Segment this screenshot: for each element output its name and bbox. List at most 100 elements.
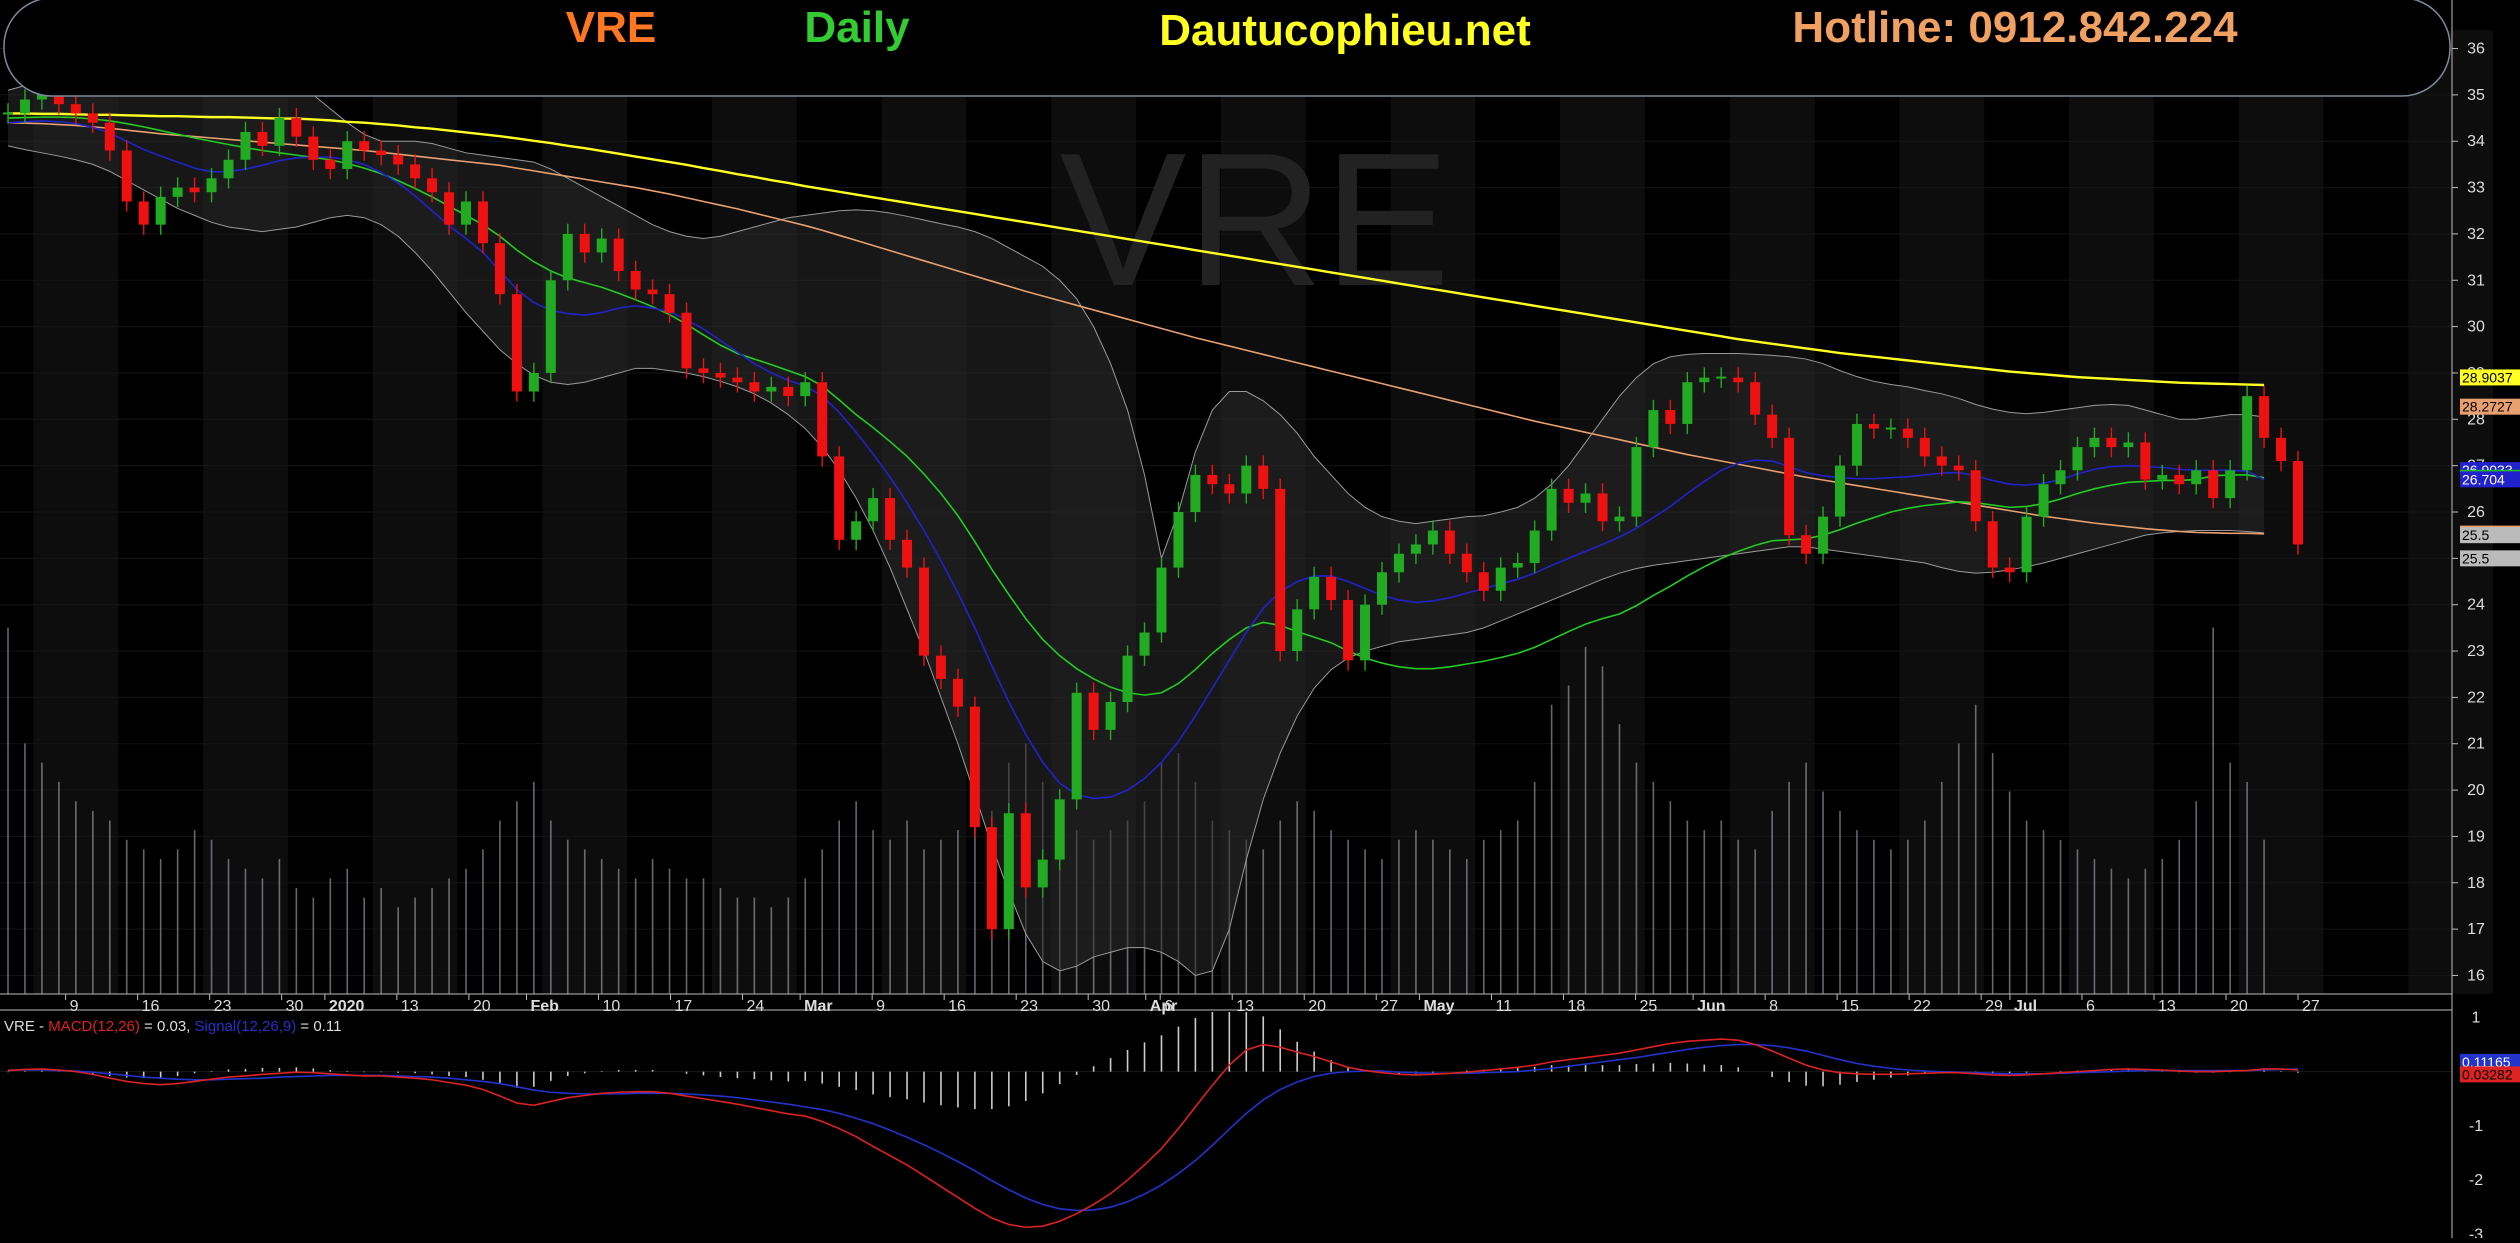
candle-up	[1360, 604, 1371, 661]
candle-up	[240, 131, 251, 160]
candle-up	[851, 521, 862, 540]
candle-up	[1614, 516, 1625, 522]
x-tick-label: 9	[876, 998, 885, 1015]
candle-up	[528, 372, 539, 392]
candle-down	[410, 164, 421, 179]
candle-down	[1767, 414, 1778, 438]
candle-down	[2208, 470, 2219, 499]
x-tick-label: 23	[1020, 998, 1038, 1015]
macd-y-tick-label: -2	[2469, 1172, 2483, 1189]
candle-up	[1580, 493, 1591, 503]
candle-down	[1088, 692, 1099, 730]
candle-up	[868, 498, 879, 522]
candle-up	[800, 382, 811, 397]
x-tick-label: 22	[1913, 998, 1931, 1015]
y-tick-label: 24	[2467, 597, 2485, 614]
candle-up	[1682, 382, 1693, 424]
x-tick-label: 27	[1380, 998, 1398, 1015]
candle-up	[206, 178, 217, 193]
x-tick-label: 27	[2302, 998, 2320, 1015]
x-tick-label: 13	[2158, 998, 2176, 1015]
y-tick-label: 31	[2467, 272, 2485, 289]
candle-up	[1885, 427, 1896, 430]
candle-down	[1343, 600, 1354, 661]
x-tick-label: Jul	[2014, 998, 2037, 1015]
candle-up	[1512, 562, 1523, 568]
candle-down	[969, 706, 980, 828]
candle-down	[1784, 437, 1795, 536]
candle-down	[2106, 437, 2117, 448]
candle-up	[1292, 609, 1303, 652]
y-tick-label: 18	[2467, 875, 2485, 892]
candle-down	[935, 655, 946, 679]
candle-up	[1377, 572, 1387, 605]
y-tick-label: 26	[2467, 504, 2485, 521]
candle-down	[1801, 535, 1812, 554]
candle-up	[596, 238, 607, 253]
candle-up	[1427, 530, 1438, 545]
candle-up	[1529, 530, 1540, 563]
macd-y-tick-label: 1	[2472, 1009, 2481, 1026]
candle-up	[2021, 516, 2032, 573]
x-tick-label: 13	[401, 998, 419, 1015]
candle-down	[1868, 423, 1879, 429]
candle-up	[2242, 396, 2253, 471]
candle-down	[1665, 410, 1676, 424]
macd-legend-value: = 0.03,	[140, 1018, 195, 1035]
candle-up	[1054, 799, 1065, 860]
candle-down	[1970, 470, 1981, 522]
x-tick-label: 25	[1639, 998, 1657, 1015]
candle-down	[1207, 474, 1218, 485]
value-box-label: 25.5	[2462, 527, 2489, 543]
candle-down	[783, 386, 794, 397]
x-tick-label: 20	[1308, 998, 1326, 1015]
candle-up	[2191, 470, 2202, 485]
x-tick-label: Jun	[1697, 998, 1725, 1015]
y-tick-label: 17	[2467, 921, 2485, 938]
candle-up	[562, 233, 573, 281]
x-tick-label: 18	[1567, 998, 1585, 1015]
y-tick-label: 21	[2467, 736, 2485, 753]
candle-up	[342, 141, 353, 170]
y-tick-label: 35	[2467, 87, 2485, 104]
candle-up	[1122, 655, 1133, 703]
candle-down	[1597, 493, 1608, 522]
candle-up	[1648, 410, 1659, 448]
macd-y-tick-label: -1	[2469, 1118, 2483, 1135]
y-tick-label: 23	[2467, 643, 2485, 660]
candle-down	[427, 178, 438, 193]
candle-down	[2259, 396, 2270, 438]
candle-up	[1190, 474, 1201, 512]
x-tick-label: Mar	[804, 998, 832, 1015]
candle-up	[155, 196, 166, 225]
macd-legend-prefix: VRE -	[4, 1018, 48, 1035]
candle-down	[630, 271, 641, 290]
candle-down	[1258, 465, 1269, 489]
candle-up	[1716, 376, 1727, 379]
value-box-label: 28.9037	[2462, 369, 2513, 385]
x-tick-label: 6	[1164, 998, 1173, 1015]
candle-down	[121, 150, 132, 202]
value-box-label: 28.2727	[2462, 399, 2513, 415]
x-tick-label: 15	[1841, 998, 1859, 1015]
y-tick-label: 36	[2467, 41, 2485, 58]
x-tick-label: 29	[1985, 998, 2003, 1015]
candle-down	[952, 678, 963, 707]
candle-down	[647, 289, 658, 295]
value-box-label: 26.704	[2462, 471, 2505, 487]
candle-down	[1275, 488, 1286, 652]
candle-up	[1851, 423, 1862, 466]
candle-up	[1699, 377, 1710, 383]
candle-down	[70, 104, 81, 114]
candle-down	[902, 539, 913, 568]
value-box-label: 25.5	[2462, 550, 2489, 566]
candle-down	[986, 827, 997, 930]
candle-down	[87, 113, 98, 123]
candle-up	[1495, 567, 1506, 591]
candle-down	[325, 159, 336, 170]
candle-up	[1309, 576, 1320, 610]
site-title: Dautucophieu.net	[1159, 6, 1531, 55]
candle-down	[2293, 461, 2303, 545]
candle-down	[1326, 576, 1337, 601]
candle-up	[1173, 512, 1184, 568]
